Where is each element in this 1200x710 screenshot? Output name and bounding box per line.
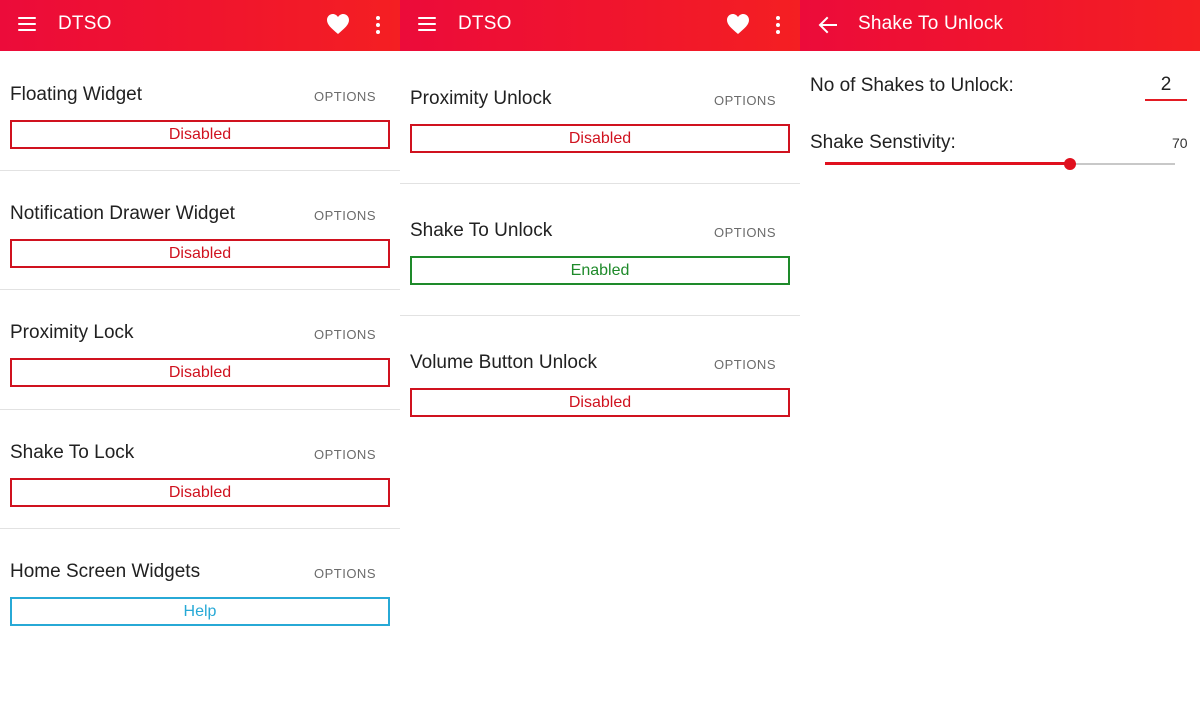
divider — [400, 315, 800, 316]
options-button[interactable]: OPTIONS — [314, 208, 376, 223]
hamburger-menu-icon[interactable] — [14, 12, 42, 38]
app-title: DTSO — [458, 13, 512, 34]
help-button[interactable]: Help — [10, 597, 390, 626]
options-button[interactable]: OPTIONS — [314, 566, 376, 581]
options-button[interactable]: OPTIONS — [314, 89, 376, 104]
feature-name: Shake To Lock — [10, 442, 135, 463]
status-toggle-button[interactable]: Disabled — [410, 124, 790, 153]
shakes-count-label: No of Shakes to Unlock: — [810, 75, 1014, 96]
divider — [400, 183, 800, 184]
feature-name: Proximity Lock — [10, 322, 134, 343]
slider-fill — [825, 162, 1070, 165]
more-vert-icon[interactable] — [770, 13, 786, 37]
app-bar: DTSO — [0, 0, 400, 51]
divider — [0, 170, 400, 171]
back-arrow-icon[interactable] — [814, 12, 842, 38]
feature-name: Notification Drawer Widget — [10, 203, 235, 224]
slider-thumb[interactable] — [1064, 158, 1076, 170]
feature-name: Home Screen Widgets — [10, 561, 201, 582]
app-title: DTSO — [58, 13, 112, 34]
status-toggle-button[interactable]: Disabled — [10, 478, 390, 507]
app-bar: Shake To Unlock — [800, 0, 1200, 51]
main-screen-panel-2: DTSO Proximity Unlock OPTIONS Disabled S… — [400, 0, 800, 710]
options-button[interactable]: OPTIONS — [714, 93, 776, 108]
sensitivity-label: Shake Senstivity: — [810, 132, 956, 153]
main-screen-panel-1: DTSO Floating Widget OPTIONS Disabled No… — [0, 0, 400, 710]
feature-name: Shake To Unlock — [410, 220, 553, 241]
divider — [0, 409, 400, 410]
heart-icon[interactable] — [726, 13, 750, 35]
more-vert-icon[interactable] — [370, 13, 386, 37]
feature-name: Proximity Unlock — [410, 88, 552, 109]
screen-title: Shake To Unlock — [858, 13, 1004, 34]
status-toggle-button[interactable]: Disabled — [10, 358, 390, 387]
divider — [0, 528, 400, 529]
status-toggle-button[interactable]: Disabled — [410, 388, 790, 417]
options-button[interactable]: OPTIONS — [714, 225, 776, 240]
feature-name: Floating Widget — [10, 84, 143, 105]
shakes-count-value: 2 — [1160, 74, 1172, 95]
options-button[interactable]: OPTIONS — [314, 327, 376, 342]
sensitivity-value: 70 — [1172, 135, 1188, 151]
feature-name: Volume Button Unlock — [410, 352, 597, 373]
sensitivity-slider[interactable] — [825, 155, 1175, 173]
shakes-count-input[interactable]: 2 — [1145, 74, 1187, 102]
app-bar: DTSO — [400, 0, 800, 51]
status-toggle-button[interactable]: Disabled — [10, 239, 390, 268]
heart-icon[interactable] — [326, 13, 350, 35]
options-button[interactable]: OPTIONS — [714, 357, 776, 372]
shake-to-unlock-settings-panel: Shake To Unlock No of Shakes to Unlock: … — [800, 0, 1200, 710]
options-button[interactable]: OPTIONS — [314, 447, 376, 462]
input-underline — [1145, 99, 1187, 101]
status-toggle-button[interactable]: Enabled — [410, 256, 790, 285]
hamburger-menu-icon[interactable] — [414, 12, 442, 38]
status-toggle-button[interactable]: Disabled — [10, 120, 390, 149]
divider — [0, 289, 400, 290]
